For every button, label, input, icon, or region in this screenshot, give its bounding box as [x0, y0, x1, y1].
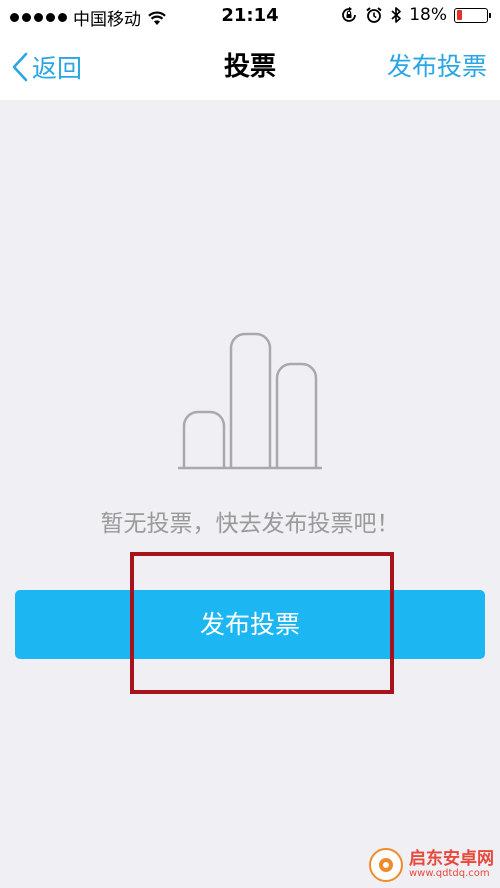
watermark-text: 启东安卓网 www.qdtdq.com — [409, 848, 494, 879]
alarm-icon — [366, 7, 382, 23]
watermark: 启东安卓网 www.qdtdq.com — [369, 848, 494, 882]
bluetooth-icon — [391, 7, 402, 23]
battery-level — [456, 10, 462, 20]
publish-vote-nav-button[interactable]: 发布投票 — [387, 34, 487, 100]
navigation-bar: 返回 投票 发布投票 — [0, 34, 500, 100]
watermark-logo-icon — [369, 848, 403, 882]
chevron-left-icon — [12, 52, 28, 82]
bar-chart-icon — [178, 332, 322, 470]
empty-state-message: 暂无投票，快去发布投票吧！ — [100, 511, 400, 537]
watermark-name: 启东安卓网 — [409, 848, 494, 869]
orientation-lock-icon — [342, 6, 357, 22]
publish-vote-button[interactable]: 发布投票 — [15, 590, 485, 659]
status-bar: 中国移动 21:14 18% — [0, 0, 500, 34]
status-bar-right: 18% — [340, 5, 491, 25]
battery-icon — [454, 7, 491, 23]
watermark-url: www.qdtdq.com — [409, 867, 490, 879]
battery-percent: 18% — [409, 5, 447, 25]
back-button[interactable]: 返回 — [12, 34, 82, 100]
back-button-label: 返回 — [32, 54, 83, 83]
